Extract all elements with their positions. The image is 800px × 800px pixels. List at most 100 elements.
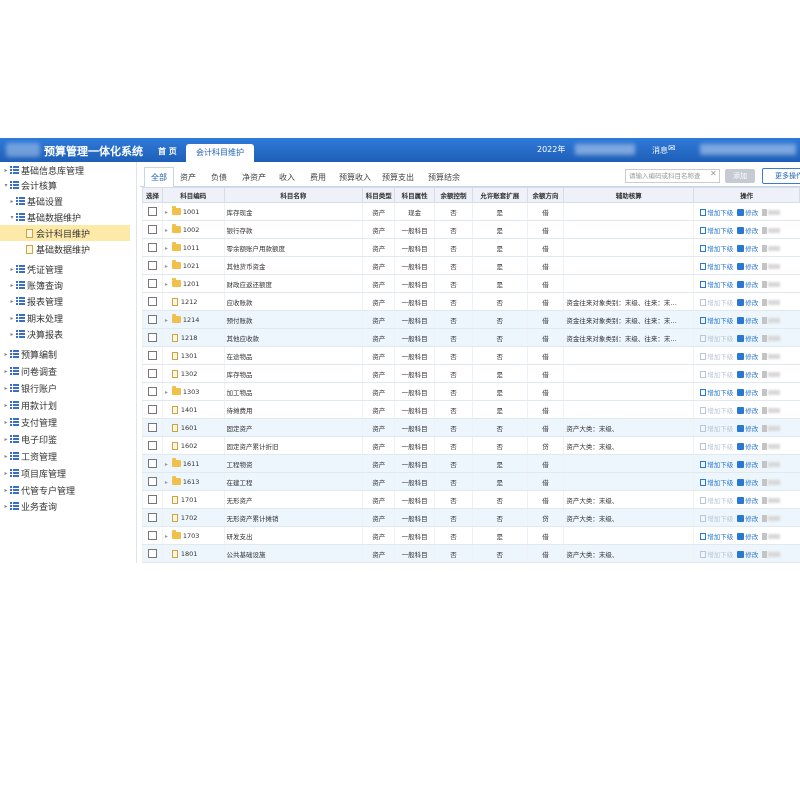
add-child-button[interactable]: 增加下级 (700, 245, 733, 253)
sidebar-item[interactable]: ▸ 用款计划 (0, 397, 57, 413)
delete-button[interactable] (762, 317, 781, 325)
row-checkbox[interactable] (147, 513, 157, 522)
expand-right-icon[interactable]: ▸ (8, 266, 16, 273)
expand-right-icon[interactable]: ▸ (2, 385, 10, 392)
add-child-button[interactable]: 增加下级 (700, 353, 733, 361)
row-checkbox[interactable] (147, 459, 157, 468)
mail-icon[interactable]: ✉ (668, 144, 676, 154)
expand-right-icon[interactable]: ▸ (2, 167, 10, 174)
row-checkbox[interactable] (147, 315, 157, 324)
delete-button[interactable] (762, 551, 781, 559)
table-row[interactable]: ▸ 1613 在建工程 资产 一般科目否是借 增加下级 修改 (142, 472, 800, 491)
row-checkbox[interactable] (147, 441, 157, 450)
add-child-button[interactable]: 增加下级 (700, 263, 733, 271)
expand-right-icon[interactable]: ▸ (2, 368, 10, 375)
add-child-button[interactable]: 增加下级 (700, 371, 733, 379)
delete-button[interactable] (762, 353, 781, 361)
edit-button[interactable]: 修改 (737, 443, 758, 451)
row-checkbox[interactable] (147, 351, 157, 360)
search-input[interactable]: 请输入编码或科目名称查 (625, 169, 720, 183)
nav-home-tab[interactable]: 首 页 (158, 146, 177, 157)
column-header[interactable]: 操作 (693, 187, 800, 203)
add-child-button[interactable]: 增加下级 (700, 299, 733, 307)
delete-button[interactable] (762, 425, 781, 433)
sidebar-item[interactable]: ▾ 基础数据维护 (0, 209, 81, 225)
table-row[interactable]: 1212 应收账款 资产 一般科目否否借资金往来对象类别：末级、往来：末… 增加下级 修改 (142, 292, 800, 311)
expand-right-icon[interactable]: ▸ (2, 436, 10, 443)
add-child-button[interactable]: 增加下级 (700, 479, 733, 487)
edit-button[interactable]: 修改 (737, 515, 758, 523)
sidebar-item[interactable]: ▸ 报表管理 (0, 293, 63, 309)
row-checkbox[interactable] (147, 225, 157, 234)
edit-button[interactable]: 修改 (737, 263, 758, 271)
column-header[interactable]: 余额控制 (434, 187, 473, 203)
column-header[interactable]: 科目类型 (362, 187, 396, 203)
sidebar-item[interactable]: ▸ 问卷调查 (0, 363, 57, 379)
category-tab[interactable]: 费用 (305, 169, 331, 186)
expand-right-icon[interactable]: ▸ (2, 402, 10, 409)
sidebar-item[interactable]: ▸ 电子印鉴 (0, 431, 57, 447)
table-row[interactable]: ▸ 1611 工程物资 资产 一般科目否是借 增加下级 修改 (142, 454, 800, 473)
row-checkbox[interactable] (147, 387, 157, 396)
row-checkbox[interactable] (147, 495, 157, 504)
expand-right-icon[interactable]: ▸ (165, 263, 172, 270)
add-child-button[interactable]: 增加下级 (700, 227, 733, 235)
row-checkbox[interactable] (147, 477, 157, 486)
delete-button[interactable] (762, 263, 781, 271)
edit-button[interactable]: 修改 (737, 371, 758, 379)
expand-right-icon[interactable]: ▸ (165, 389, 172, 396)
delete-button[interactable] (762, 209, 781, 217)
add-child-button[interactable]: 增加下级 (700, 533, 733, 541)
table-row[interactable]: 1218 其他应收款 资产 一般科目否否借资金往来对象类别：末级、往来：末… 增加下级修… (142, 328, 800, 347)
edit-button[interactable]: 修改 (737, 479, 758, 487)
edit-button[interactable]: 修改 (737, 317, 758, 325)
row-checkbox[interactable] (147, 279, 157, 288)
edit-button[interactable]: 修改 (737, 407, 758, 415)
expand-down-icon[interactable]: ▾ (8, 214, 16, 221)
add-child-button[interactable]: 增加下级 (700, 551, 733, 559)
delete-button[interactable] (762, 533, 781, 541)
edit-button[interactable]: 修改 (737, 353, 758, 361)
column-header[interactable]: 科目编码 (161, 187, 225, 203)
edit-button[interactable]: 修改 (737, 335, 758, 343)
table-row[interactable]: 1601 固定资产 资产 一般科目否否借资产大类：末级、 增加下级 修改 (142, 418, 800, 437)
table-row[interactable]: 1301 在途物品 资产 一般科目否否借增加下级 修改 (142, 346, 800, 365)
delete-button[interactable] (762, 461, 781, 469)
expand-right-icon[interactable]: ▸ (2, 503, 10, 510)
delete-button[interactable] (762, 497, 781, 505)
expand-right-icon[interactable]: ▸ (8, 315, 16, 322)
sidebar-item[interactable]: ▸ 账簿查询 (0, 277, 63, 293)
add-child-button[interactable]: 增加下级 (700, 515, 733, 523)
edit-button[interactable]: 修改 (737, 389, 758, 397)
expand-right-icon[interactable]: ▸ (165, 479, 172, 486)
row-checkbox[interactable] (147, 207, 157, 216)
delete-button[interactable] (762, 281, 781, 289)
row-checkbox[interactable] (147, 243, 157, 252)
sidebar-item[interactable]: ▸ 决算报表 (0, 326, 63, 342)
add-child-button[interactable]: 增加下级 (700, 497, 733, 505)
delete-button[interactable] (762, 245, 781, 253)
edit-button[interactable]: 修改 (737, 245, 758, 253)
edit-button[interactable]: 修改 (737, 497, 758, 505)
expand-right-icon[interactable]: ▸ (2, 419, 10, 426)
expand-right-icon[interactable]: ▸ (165, 533, 172, 540)
category-tab[interactable]: 负债 (206, 169, 232, 186)
sidebar-item[interactable]: ▸ 期末处理 (0, 310, 63, 326)
table-row[interactable]: ▸ 1002 银行存款 资产 一般科目否是借 增加下级 修改 (142, 220, 800, 239)
delete-button[interactable] (762, 227, 781, 235)
row-checkbox[interactable] (147, 531, 157, 540)
category-tab[interactable]: 预算收入 (337, 169, 373, 186)
nav-tab-active[interactable]: 会计科目维护 (186, 144, 254, 162)
table-row[interactable]: ▸ 1011 零余额账户用款额度 资产 一般科目否是借 增加下级 修改 (142, 238, 800, 257)
column-header[interactable]: 科目名称 (223, 187, 364, 203)
edit-button[interactable]: 修改 (737, 209, 758, 217)
edit-button[interactable]: 修改 (737, 281, 758, 289)
sidebar-item[interactable]: ▸ 代管专户管理 (0, 482, 75, 498)
add-child-button[interactable]: 增加下级 (700, 443, 733, 451)
category-tab[interactable]: 预算结余 (426, 169, 462, 186)
delete-button[interactable] (762, 515, 781, 523)
expand-right-icon[interactable]: ▾ (2, 182, 10, 189)
sidebar-item[interactable]: ▾ 会计核算 (0, 177, 57, 193)
table-row[interactable]: ▸ 1703 研发支出 资产 一般科目否是借 增加下级 修改 (142, 526, 800, 545)
add-child-button[interactable]: 增加下级 (700, 407, 733, 415)
